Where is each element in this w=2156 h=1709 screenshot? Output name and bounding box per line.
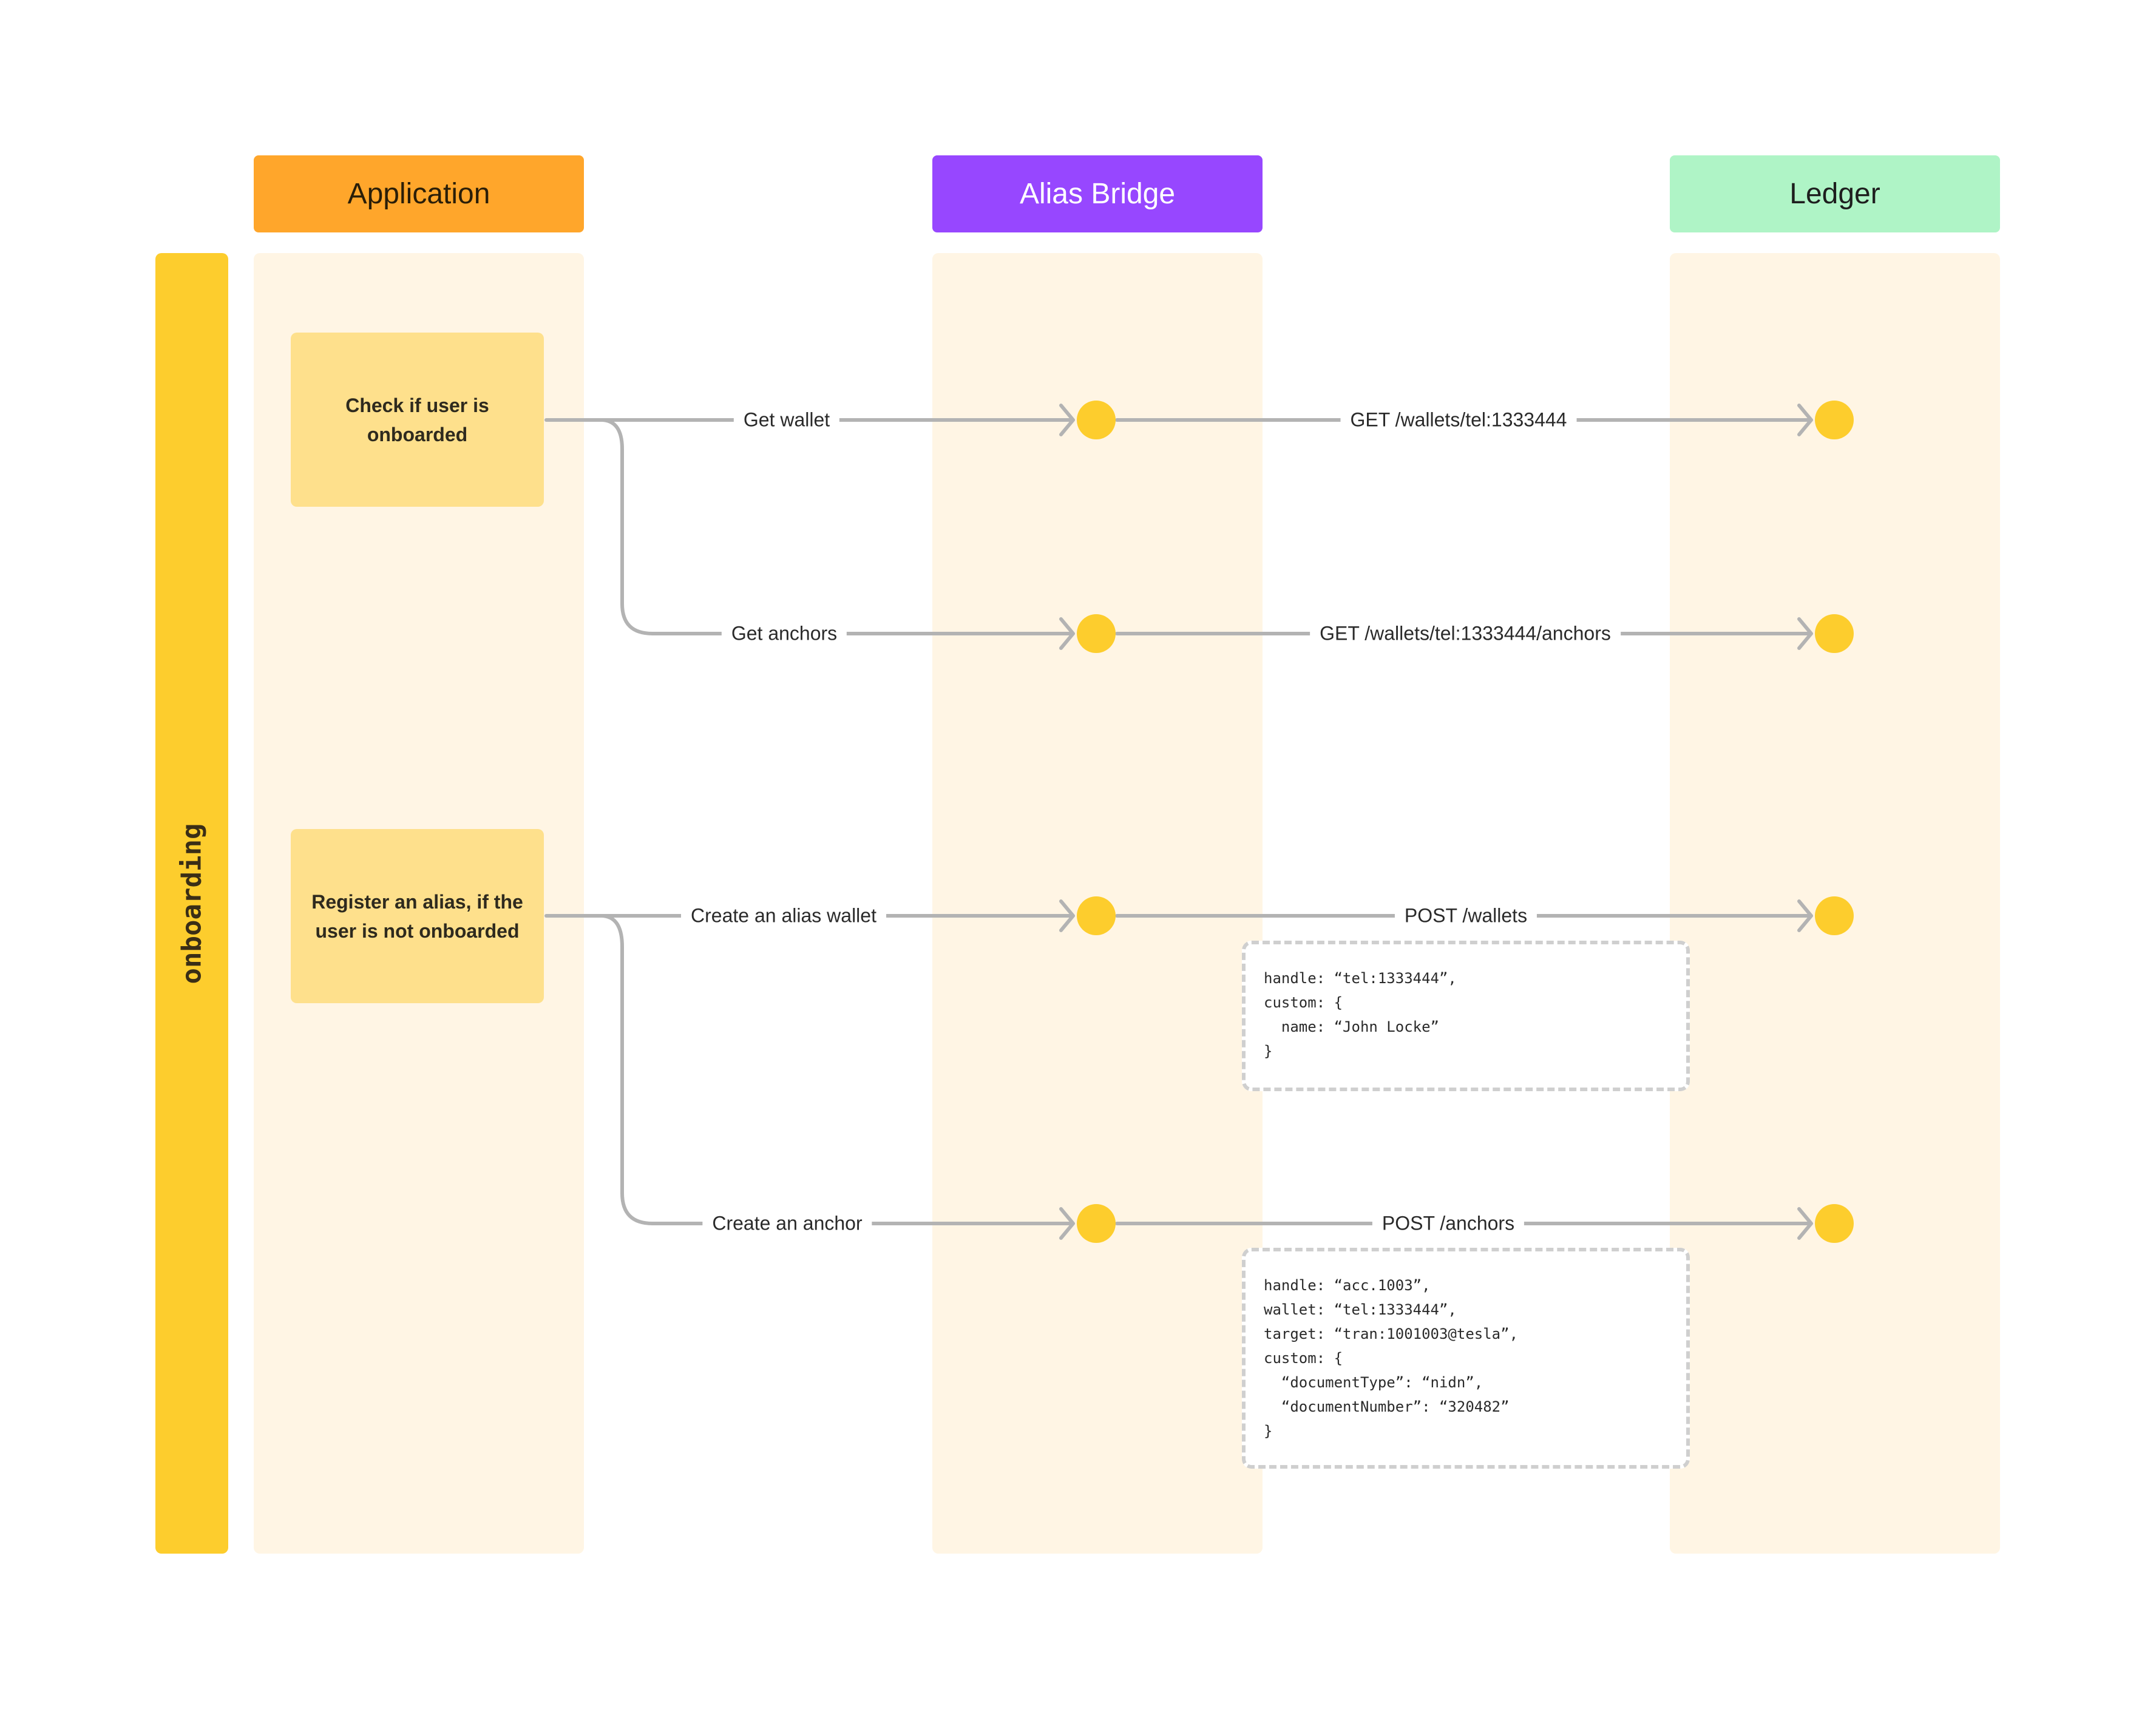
connector-create-anchor-branch bbox=[599, 914, 1073, 1225]
code-line: target: “tran:1001003@tesla”, bbox=[1264, 1325, 1519, 1342]
code-line: name: “John Locke” bbox=[1264, 1018, 1439, 1035]
code-line: custom: { bbox=[1264, 994, 1343, 1011]
label-create-anchor: Create an anchor bbox=[702, 1212, 872, 1235]
label-post-wallets: POST /wallets bbox=[1394, 904, 1537, 927]
node-ledger-post-wallets bbox=[1815, 896, 1854, 935]
code-line: “documentNumber”: “320482” bbox=[1264, 1398, 1510, 1415]
code-line: handle: “tel:1333444”, bbox=[1264, 970, 1457, 987]
label-post-anchors: POST /anchors bbox=[1372, 1212, 1525, 1235]
connector-get-anchors-branch bbox=[599, 418, 1073, 635]
label-get-anchors: Get anchors bbox=[721, 622, 847, 645]
connectors-layer bbox=[544, 401, 1854, 1243]
node-alias-bridge-create-wallet bbox=[1077, 896, 1116, 935]
node-ledger-get-wallet bbox=[1815, 401, 1854, 439]
code-line: } bbox=[1264, 1423, 1273, 1440]
node-ledger-post-anchors bbox=[1815, 1204, 1854, 1243]
payload-post-anchors: handle: “acc.1003”, wallet: “tel:1333444”… bbox=[1242, 1248, 1690, 1469]
node-alias-bridge-get-wallet bbox=[1077, 401, 1116, 439]
node-ledger-get-anchors bbox=[1815, 614, 1854, 653]
code-line: } bbox=[1264, 1043, 1273, 1060]
label-get-wallet-ledger: GET /wallets/tel:1333444 bbox=[1340, 408, 1577, 431]
node-alias-bridge-create-anchor bbox=[1077, 1204, 1116, 1243]
label-get-anchors-ledger: GET /wallets/tel:1333444/anchors bbox=[1310, 622, 1621, 645]
label-create-alias-wallet: Create an alias wallet bbox=[681, 904, 886, 927]
code-line: handle: “acc.1003”, bbox=[1264, 1277, 1431, 1294]
payload-post-wallets: handle: “tel:1333444”, custom: { name: “J… bbox=[1242, 941, 1690, 1091]
code-line: wallet: “tel:1333444”, bbox=[1264, 1301, 1457, 1318]
code-line: “documentType”: “nidn”, bbox=[1264, 1374, 1483, 1391]
node-alias-bridge-get-anchors bbox=[1077, 614, 1116, 653]
code-line: custom: { bbox=[1264, 1350, 1343, 1367]
label-get-wallet: Get wallet bbox=[733, 408, 840, 431]
